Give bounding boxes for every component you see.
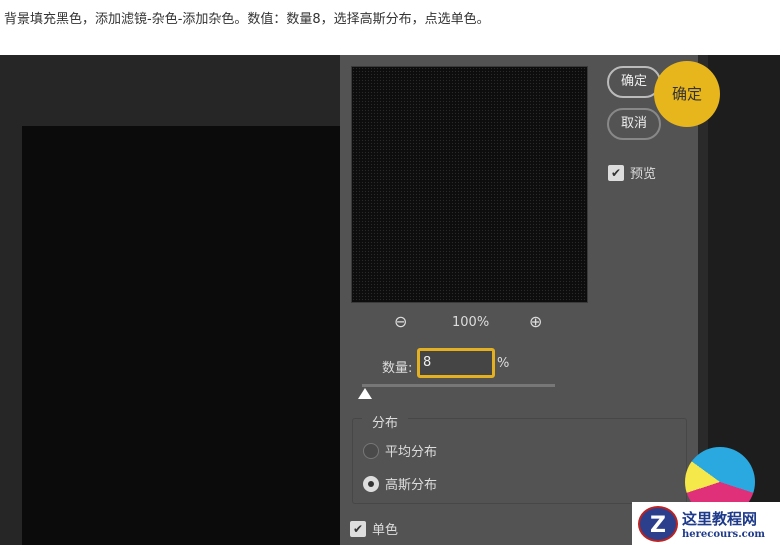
noise-preview[interactable] bbox=[351, 66, 588, 303]
amount-input[interactable]: 8 bbox=[417, 348, 495, 378]
amount-label: 数量: bbox=[382, 361, 413, 376]
radio-gaussian-label: 高斯分布 bbox=[385, 478, 438, 493]
checkbox-checked-icon[interactable]: ✔ bbox=[608, 164, 624, 181]
radio-uniform-label: 平均分布 bbox=[385, 445, 438, 460]
checkbox-checked-icon[interactable]: ✔ bbox=[350, 520, 366, 537]
radio-circle-selected[interactable] bbox=[363, 475, 379, 492]
watermark-url: herecours.com bbox=[682, 528, 766, 540]
zoom-out-icon[interactable]: ⊖ bbox=[394, 312, 407, 331]
instruction-caption: 背景填充黑色，添加滤镜-杂色-添加杂色。数值：数量8，选择高斯分布，点选单色。 bbox=[4, 12, 490, 27]
watermark-title: 这里教程网 bbox=[682, 509, 758, 528]
zoom-in-icon[interactable]: ⊕ bbox=[529, 312, 542, 331]
cancel-button[interactable]: 取消 bbox=[607, 108, 661, 140]
monochrome-checkbox[interactable]: ✔ 单色 bbox=[350, 519, 398, 538]
monochrome-label: 单色 bbox=[372, 523, 399, 538]
amount-slider[interactable] bbox=[362, 384, 555, 387]
ok-button[interactable]: 确定 bbox=[607, 66, 661, 98]
zoom-level: 100% bbox=[452, 315, 490, 330]
preview-label: 预览 bbox=[630, 167, 657, 182]
distribution-label: 分布 bbox=[362, 412, 409, 431]
watermark-logo-icon: Z bbox=[638, 505, 678, 542]
radio-uniform[interactable]: 平均分布 bbox=[363, 441, 437, 460]
watermark: Z 这里教程网 herecours.com bbox=[632, 502, 780, 545]
radio-circle[interactable] bbox=[363, 442, 379, 459]
document-canvas bbox=[22, 126, 340, 545]
amount-slider-thumb[interactable] bbox=[358, 388, 372, 399]
add-noise-dialog: ⊖ 100% ⊕ 数量: 8 % 分布 平均分布 高斯分布 ✔ 单色 确定 取消 … bbox=[340, 55, 698, 545]
ok-callout: 确定 bbox=[654, 61, 720, 127]
radio-gaussian[interactable]: 高斯分布 bbox=[363, 474, 437, 493]
preview-checkbox[interactable]: ✔ 预览 bbox=[608, 163, 656, 182]
amount-unit: % bbox=[497, 356, 510, 371]
